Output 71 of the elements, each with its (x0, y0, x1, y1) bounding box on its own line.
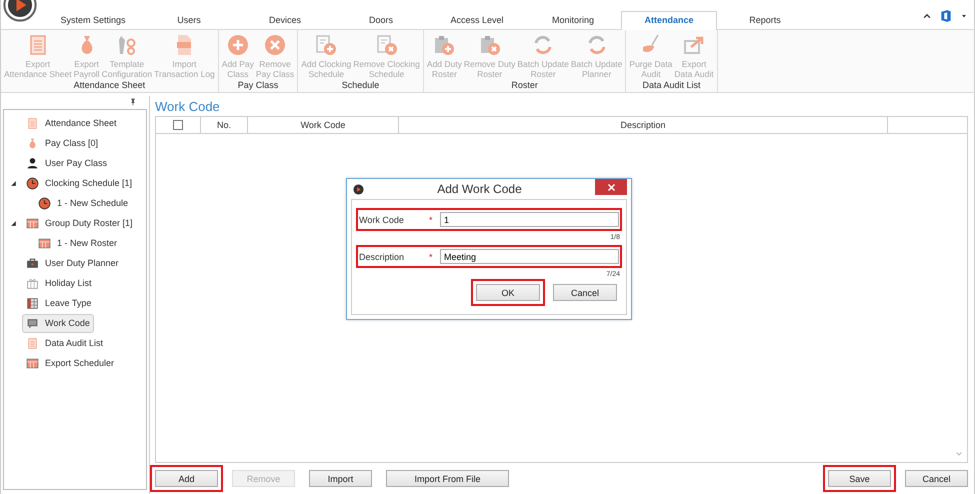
cross-circle-icon (263, 33, 288, 57)
office-icon (939, 9, 953, 23)
briefcase-icon (26, 256, 39, 270)
collapse-caret-icon (922, 11, 932, 21)
ribbon-tab[interactable]: Monitoring (525, 11, 621, 29)
ribbon-group-label: Roster (510, 80, 539, 92)
calendar-grid-icon (26, 356, 39, 370)
sidebar-item[interactable]: User Duty Planner (22, 254, 123, 272)
clock-icon (38, 196, 51, 210)
ribbon-group-label: Attendance Sheet (72, 80, 146, 92)
panel-title: Work Code (155, 98, 221, 116)
ribbon-tab[interactable]: System Settings (45, 11, 141, 29)
sidebar-item[interactable]: Holiday List (22, 274, 96, 292)
calendar-grid-icon (26, 216, 39, 230)
column-header: Work Code (248, 117, 399, 133)
sidebar-item[interactable]: Clocking Schedule [1] (22, 174, 136, 192)
sidebar-item[interactable]: Work Code (22, 314, 94, 332)
sidebar-item[interactable]: Export Scheduler (22, 354, 118, 372)
dialog-button[interactable]: OK (476, 284, 540, 301)
required-mark: * (429, 252, 434, 262)
sidebar-item[interactable]: Leave Type (22, 294, 96, 312)
sidebar-item[interactable]: Data Audit List (22, 334, 108, 352)
ribbon-tab[interactable]: Doors (333, 11, 429, 29)
document-cross-icon (374, 33, 399, 57)
document-icon (26, 116, 39, 130)
person-icon (26, 156, 39, 170)
field-label: Description (359, 252, 406, 262)
ribbon-tab[interactable]: Attendance (621, 11, 717, 30)
dialog-button[interactable]: Cancel (553, 284, 617, 301)
sidebar-item[interactable]: 1 - New Schedule (34, 194, 132, 212)
text-field[interactable]: 1 (440, 212, 619, 227)
ribbon-group-label: Data Audit List (642, 80, 702, 92)
sidebar-item[interactable]: Attendance Sheet (22, 114, 121, 132)
gift-icon (26, 276, 39, 290)
required-mark: * (429, 214, 434, 224)
table-icon (26, 296, 39, 310)
action-button[interactable]: Save (828, 470, 891, 487)
field-label: Work Code (359, 214, 405, 224)
action-button[interactable]: Cancel (905, 470, 968, 487)
text-field[interactable]: Meeting (440, 249, 619, 264)
sidebar-item[interactable]: Pay Class [0] (22, 134, 102, 152)
action-button[interactable]: Add (155, 470, 218, 487)
ribbon-tab[interactable]: Users (141, 11, 237, 29)
calendar-grid-icon (38, 236, 51, 250)
expand-arrow-icon[interactable] (10, 220, 16, 226)
clock-icon (26, 176, 39, 190)
column-header: No. (201, 117, 248, 133)
plus-circle-icon (226, 33, 250, 57)
ribbon-tab[interactable]: Access Level (429, 11, 525, 29)
document-plus-icon (314, 33, 338, 57)
ribbon-group-label: Schedule (340, 80, 380, 92)
ribbon-tab[interactable]: Devices (237, 11, 333, 29)
select-all-checkbox[interactable] (173, 120, 183, 130)
close-button[interactable] (595, 179, 627, 195)
action-button[interactable]: Import (309, 470, 372, 487)
dialog-title: Add Work Code (436, 182, 523, 196)
speech-bubble-icon (26, 316, 39, 330)
ribbon-tab[interactable]: Reports (717, 11, 813, 29)
app-logo-icon (353, 184, 364, 194)
ribbon-group-label: Pay Class (236, 80, 280, 92)
sidebar-item[interactable]: Group Duty Roster [1] (22, 214, 137, 232)
clipboard-plus-icon (432, 33, 456, 57)
column-header: Description (399, 117, 888, 133)
dropdown-caret-icon (960, 12, 968, 20)
sidebar-item[interactable]: User Pay Class (22, 154, 112, 172)
document-icon (26, 336, 39, 350)
expand-arrow-icon[interactable] (10, 180, 16, 186)
close-icon (606, 182, 616, 192)
action-button[interactable]: Import From File (386, 470, 509, 487)
sidebar-item[interactable]: 1 - New Roster (34, 234, 122, 252)
pin-icon (129, 98, 137, 106)
